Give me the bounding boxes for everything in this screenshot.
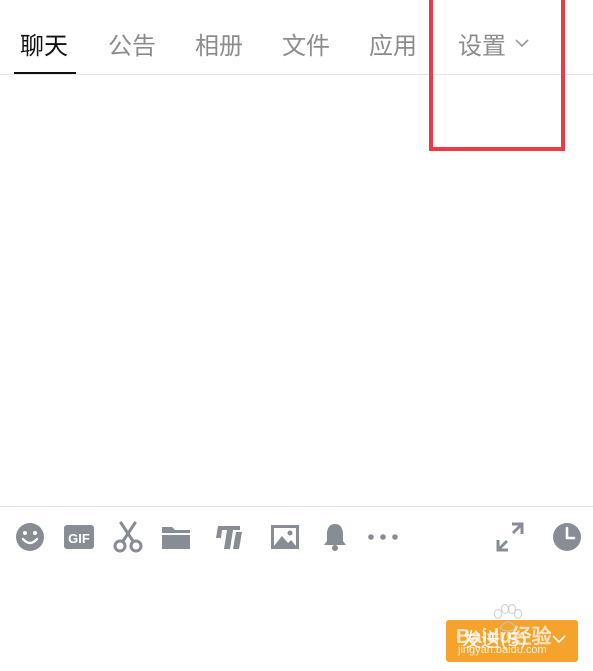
send-options-chevron-icon[interactable]: [552, 634, 566, 644]
tab-apps[interactable]: 应用: [369, 26, 417, 66]
history-clock-icon[interactable]: [551, 520, 583, 554]
message-input[interactable]: [0, 560, 593, 616]
send-button[interactable]: 发送(S): [446, 620, 578, 662]
bell-icon[interactable]: [319, 520, 351, 554]
send-button-label: 发送(S): [462, 629, 527, 651]
svg-text:GIF: GIF: [68, 531, 90, 546]
tab-album[interactable]: 相册: [195, 26, 243, 66]
chat-message-area[interactable]: [0, 75, 593, 506]
tab-chat[interactable]: 聊天: [20, 26, 68, 66]
tab-announcements[interactable]: 公告: [108, 26, 156, 66]
screenshot-scissors-icon[interactable]: [112, 520, 144, 554]
more-icon[interactable]: [367, 520, 399, 554]
emoji-icon[interactable]: [14, 520, 46, 554]
flash-image-icon[interactable]: [213, 520, 245, 554]
folder-icon[interactable]: [160, 520, 192, 554]
expand-icon[interactable]: [494, 520, 526, 554]
gif-icon[interactable]: GIF: [63, 520, 95, 554]
tab-files[interactable]: 文件: [282, 26, 330, 66]
image-icon[interactable]: [269, 520, 301, 554]
toolbar-divider: [0, 506, 593, 507]
